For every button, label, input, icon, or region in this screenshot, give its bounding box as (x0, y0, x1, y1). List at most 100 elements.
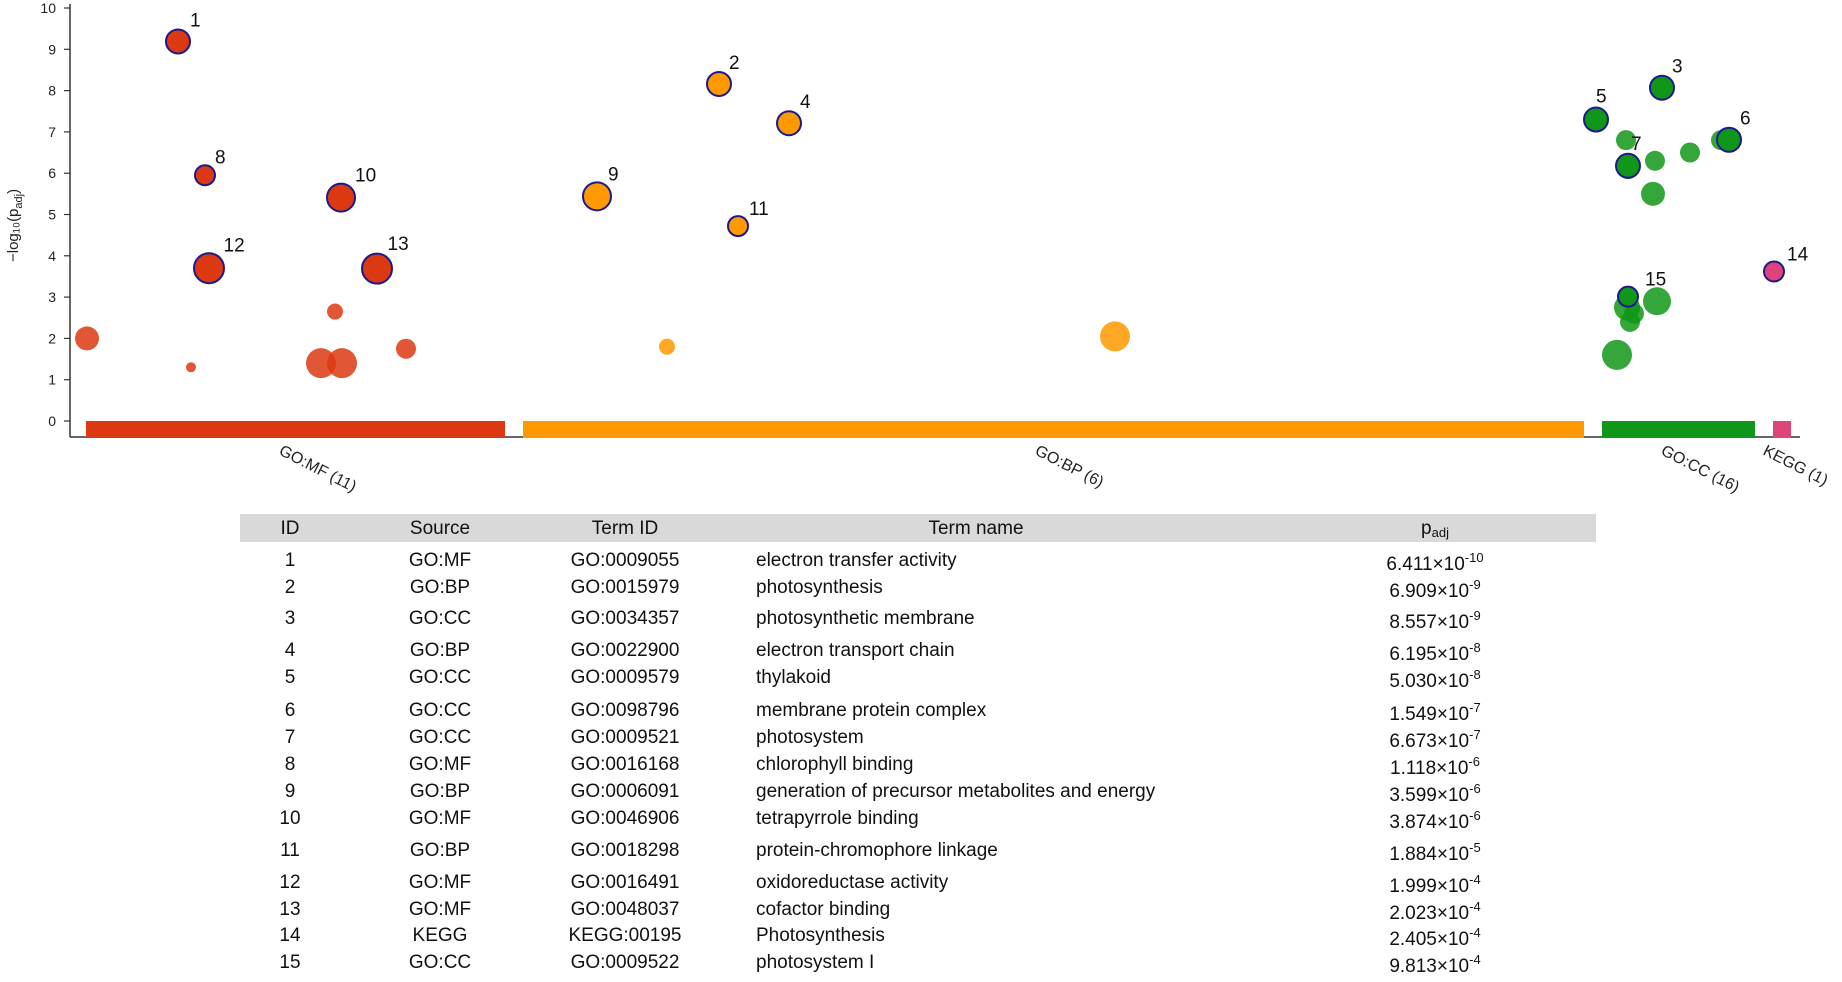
point-label: 9 (608, 164, 619, 185)
point[interactable] (1100, 321, 1130, 352)
cell-term-name: cofactor binding (756, 899, 891, 920)
cell-p-adj: 1.999×10-4 (1330, 872, 1540, 898)
point-label: 1 (190, 10, 201, 31)
cell-source: GO:CC (408, 952, 472, 973)
point-term-3[interactable] (1649, 74, 1675, 101)
results-table: ID Source Term ID Term name padj 1 GO:MF G… (240, 514, 1596, 977)
cell-p-adj: 1.549×10-7 (1330, 700, 1540, 726)
point[interactable] (327, 303, 343, 320)
p-exponent: -4 (1469, 952, 1481, 967)
table-row: 1 GO:MF GO:0009055 electron transfer activi… (240, 550, 1596, 578)
point-term-15[interactable] (1617, 285, 1639, 308)
point-label: 13 (388, 234, 409, 255)
header-term-name: Term name (928, 518, 1024, 539)
y-tick-label: 8 (48, 83, 56, 99)
point-term-9[interactable] (582, 181, 612, 212)
y-tick-label: 6 (48, 165, 56, 181)
point[interactable] (327, 348, 357, 379)
table-row: 10 GO:MF GO:0046906 tetrapyrrole binding 3.8… (240, 808, 1596, 836)
cell-id: 7 (284, 727, 296, 748)
table-row: 6 GO:CC GO:0098796 membrane protein complex… (240, 700, 1596, 728)
point-label: 11 (749, 199, 769, 220)
point-term-10[interactable] (326, 182, 356, 213)
cell-p-adj: 1.118×10-6 (1330, 754, 1540, 780)
point[interactable] (75, 326, 99, 351)
cell-source: GO:BP (409, 640, 471, 661)
cell-term-id: KEGG:00195 (568, 925, 682, 946)
point-term-8[interactable] (194, 164, 216, 187)
cell-id: 6 (284, 700, 296, 721)
point-term-12[interactable] (193, 252, 225, 285)
point-term-6[interactable] (1716, 126, 1742, 153)
table-row: 15 GO:CC GO:0009522 photosystem I 9.813×10-4 (240, 952, 1596, 980)
p-mantissa: 6.673×10 (1389, 731, 1470, 752)
cell-term-id: GO:0098796 (570, 700, 680, 721)
cell-source: GO:CC (408, 667, 472, 688)
cell-term-id: GO:0022900 (570, 640, 680, 661)
table-row: 7 GO:CC GO:0009521 photosystem 6.673×10-7 (240, 727, 1596, 755)
point-term-2[interactable] (706, 70, 732, 97)
cell-p-adj: 6.673×10-7 (1330, 727, 1540, 753)
point[interactable] (186, 362, 196, 373)
point[interactable] (659, 338, 675, 355)
point-term-7[interactable] (1615, 152, 1641, 179)
cell-source: KEGG (412, 925, 468, 946)
y-tick-label: 10 (40, 0, 56, 16)
point[interactable] (1643, 287, 1671, 316)
point-term-13[interactable] (361, 252, 393, 285)
point-term-11[interactable] (727, 215, 749, 238)
cell-id: 3 (284, 608, 296, 629)
p-exponent: -8 (1469, 640, 1481, 655)
header-p: p (1421, 518, 1432, 539)
cell-term-id: GO:0046906 (570, 808, 680, 829)
y-tick-label: 5 (48, 207, 56, 223)
point-label: 12 (224, 236, 245, 257)
table-header: ID Source Term ID Term name padj (240, 514, 1596, 542)
cell-p-adj: 2.023×10-4 (1330, 899, 1540, 925)
point-term-14[interactable] (1763, 260, 1785, 283)
cell-term-id: GO:0006091 (570, 781, 680, 802)
y-tick-label: 2 (48, 330, 56, 346)
cell-id: 8 (284, 754, 296, 775)
point-term-5[interactable] (1583, 106, 1609, 133)
y-tick-label: 0 (48, 413, 56, 429)
point-term-1[interactable] (165, 28, 191, 55)
cell-term-name: electron transfer activity (756, 550, 957, 571)
cell-p-adj: 9.813×10-4 (1330, 952, 1540, 978)
p-mantissa: 6.909×10 (1389, 581, 1470, 602)
cell-id: 4 (284, 640, 296, 661)
p-mantissa: 3.599×10 (1389, 785, 1470, 806)
cell-source: GO:BP (409, 781, 471, 802)
cell-term-name: protein-chromophore linkage (756, 840, 998, 861)
category-bars: GO:MF (11) GO:BP (6) GO:CC (16) KEGG (1) (86, 421, 1830, 496)
cell-id: 5 (284, 667, 296, 688)
table-row: 9 GO:BP GO:0006091 generation of precursor … (240, 781, 1596, 809)
cell-id: 1 (284, 550, 296, 571)
point[interactable] (1602, 339, 1632, 370)
p-exponent: -6 (1469, 781, 1481, 796)
header-id: ID (280, 518, 300, 539)
point[interactable] (396, 338, 416, 359)
cell-source: GO:CC (408, 700, 472, 721)
point-label: 4 (800, 92, 811, 113)
cell-id: 14 (279, 925, 301, 946)
point[interactable] (1680, 142, 1700, 163)
header-p-adj: padj (1330, 518, 1540, 540)
point[interactable] (1641, 181, 1665, 206)
y-axis-label: −log₁₀(padj) (5, 189, 25, 262)
cell-p-adj: 2.405×10-4 (1330, 925, 1540, 951)
cell-term-id: GO:0015979 (570, 577, 680, 598)
cell-term-id: GO:0048037 (570, 899, 680, 920)
point-term-4[interactable] (776, 110, 802, 137)
cell-term-id: GO:0034357 (570, 608, 680, 629)
data-points (75, 28, 1785, 379)
point[interactable] (1645, 150, 1665, 171)
table-row: 2 GO:BP GO:0015979 photosynthesis 6.909×10-9 (240, 577, 1596, 605)
p-mantissa: 9.813×10 (1389, 956, 1470, 977)
cell-term-name: tetrapyrrole binding (756, 808, 919, 829)
cell-id: 15 (279, 952, 301, 973)
cell-term-name: photosynthesis (756, 577, 883, 598)
p-mantissa: 1.884×10 (1389, 844, 1470, 865)
p-mantissa: 5.030×10 (1389, 671, 1470, 692)
p-exponent: -8 (1469, 667, 1481, 682)
